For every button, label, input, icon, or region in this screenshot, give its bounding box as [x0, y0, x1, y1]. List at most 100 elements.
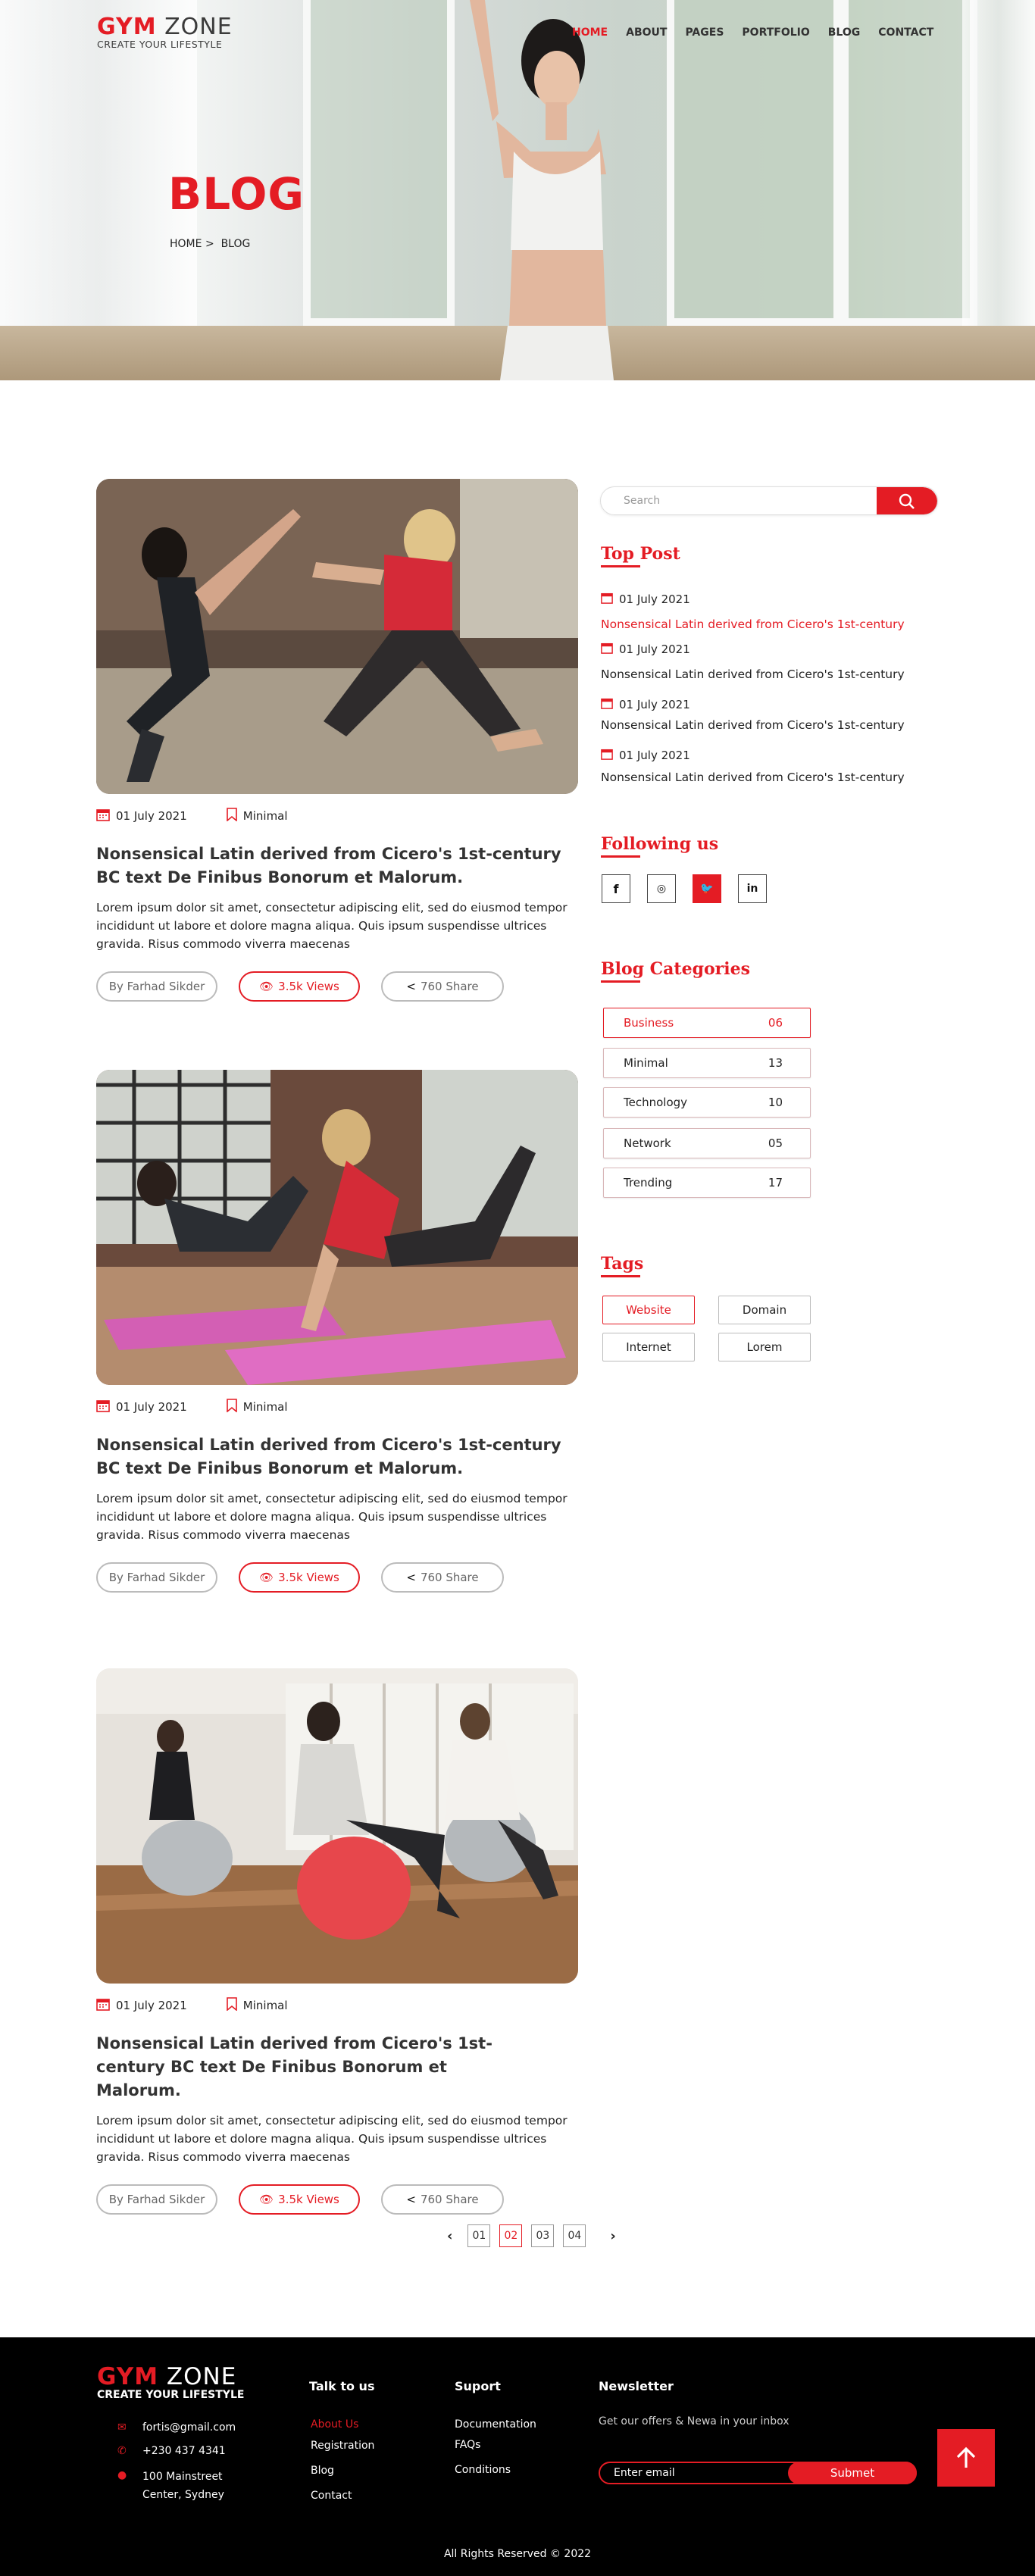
- post-meta: 01 July 2021 Minimal: [96, 1399, 578, 1415]
- post-title[interactable]: Nonsensical Latin derived from Cicero's …: [96, 843, 578, 889]
- author-pill[interactable]: By Farhad Sikder: [96, 1562, 217, 1593]
- post-category[interactable]: Minimal: [243, 1999, 288, 2012]
- tags-heading: Tags: [601, 1254, 643, 1277]
- nav-about[interactable]: ABOUT: [626, 27, 667, 39]
- post-actions: By Farhad Sikder 👁 3.5k Views <760 Share: [96, 2184, 578, 2215]
- top-post-heading: Top Post: [601, 544, 680, 567]
- tag-internet[interactable]: Internet: [602, 1333, 695, 1361]
- post-title[interactable]: Nonsensical Latin derived from Cicero's …: [96, 1433, 578, 1480]
- footer-phone[interactable]: +230 437 4341: [142, 2445, 226, 2457]
- footer-link-documentation[interactable]: Documentation: [455, 2418, 536, 2431]
- author-pill[interactable]: By Farhad Sikder: [96, 971, 217, 1002]
- calendar-icon: [601, 748, 613, 763]
- post-meta: 01 July 2021 Minimal: [96, 808, 578, 824]
- facebook-icon[interactable]: f: [602, 874, 630, 903]
- category-name: Minimal: [624, 1056, 668, 1070]
- nav-pages[interactable]: PAGES: [685, 27, 724, 39]
- mail-icon: ✉: [117, 2421, 127, 2434]
- post-title[interactable]: Nonsensical Latin derived from Cicero's …: [96, 2032, 505, 2102]
- footer-link-faqs[interactable]: FAQs: [455, 2439, 480, 2451]
- next-page-button[interactable]: ›: [610, 2228, 615, 2244]
- category-technology[interactable]: Technology 10: [603, 1087, 811, 1118]
- tag-website[interactable]: Website: [602, 1296, 695, 1324]
- nav-home[interactable]: HOME: [572, 27, 608, 39]
- support-heading: Suport: [455, 2379, 501, 2393]
- instagram-icon[interactable]: ◎: [647, 874, 676, 903]
- footer-link-contact[interactable]: Contact: [311, 2490, 352, 2502]
- search-button[interactable]: [877, 487, 937, 514]
- newsletter-email-input[interactable]: Enter email: [614, 2467, 675, 2479]
- bookmark-icon: [226, 1399, 237, 1415]
- author-name: By Farhad Sikder: [108, 980, 205, 993]
- breadcrumb-home[interactable]: HOME: [170, 238, 202, 250]
- page-04[interactable]: 04: [563, 2224, 586, 2247]
- nav-portfolio[interactable]: PORTFOLIO: [742, 27, 809, 39]
- twitter-icon[interactable]: 🐦: [693, 874, 721, 903]
- post-category[interactable]: Minimal: [243, 1400, 288, 1414]
- top-post-date-text: 01 July 2021: [619, 592, 690, 606]
- share-button[interactable]: <760 Share: [381, 971, 504, 1002]
- views-count: 3.5k Views: [278, 2193, 339, 2206]
- post-date: 01 July 2021: [116, 809, 187, 823]
- top-post-link[interactable]: Nonsensical Latin derived from Cicero's …: [601, 617, 905, 631]
- curtain-right: [962, 0, 1035, 380]
- newsletter-submit-button[interactable]: Submet: [788, 2462, 917, 2484]
- footer-link-conditions[interactable]: Conditions: [455, 2464, 511, 2476]
- search-box: Search: [600, 486, 938, 515]
- top-post-link[interactable]: Nonsensical Latin derived from Cicero's …: [601, 667, 905, 681]
- post-category[interactable]: Minimal: [243, 809, 288, 823]
- page-02[interactable]: 02: [499, 2224, 523, 2247]
- post-image[interactable]: [96, 479, 578, 794]
- footer-logo[interactable]: GYM ZONE CREATE YOUR LIFESTYLE: [97, 2363, 244, 2401]
- top-post-link[interactable]: Nonsensical Latin derived from Cicero's …: [601, 718, 905, 732]
- share-count: 760 Share: [420, 1571, 479, 1584]
- top-post-link[interactable]: Nonsensical Latin derived from Cicero's …: [601, 771, 905, 784]
- category-trending[interactable]: Trending 17: [603, 1168, 811, 1198]
- curtain-left: [0, 0, 197, 380]
- tag-lorem[interactable]: Lorem: [718, 1333, 811, 1361]
- newsletter-form: Enter email Submet: [599, 2462, 917, 2484]
- share-button[interactable]: <760 Share: [381, 2184, 504, 2215]
- views-pill[interactable]: 👁 3.5k Views: [239, 1562, 360, 1593]
- category-network[interactable]: Network 05: [603, 1128, 811, 1158]
- phone-icon: ✆: [117, 2445, 127, 2457]
- page-01[interactable]: 01: [467, 2224, 491, 2247]
- author-name: By Farhad Sikder: [108, 2193, 205, 2206]
- page-03[interactable]: 03: [531, 2224, 555, 2247]
- page-title: BLOG: [168, 168, 305, 220]
- share-button[interactable]: <760 Share: [381, 1562, 504, 1593]
- site-logo[interactable]: GYM ZONE CREATE YOUR LIFESTYLE: [97, 14, 233, 50]
- category-minimal[interactable]: Minimal 13: [603, 1048, 811, 1078]
- eye-icon: 👁: [259, 2193, 274, 2206]
- footer-email[interactable]: fortis@gmail.com: [142, 2421, 236, 2434]
- post-image[interactable]: [96, 1668, 578, 1984]
- calendar-icon: [601, 642, 613, 657]
- main-nav: HOME ABOUT PAGES PORTFOLIO BLOG CONTACT: [572, 27, 952, 39]
- footer-address-line2: Center, Sydney: [142, 2489, 224, 2501]
- blog-post: 01 July 2021 Minimal Nonsensical Latin d…: [96, 1668, 578, 2215]
- nav-contact[interactable]: CONTACT: [878, 27, 933, 39]
- tag-domain[interactable]: Domain: [718, 1296, 811, 1324]
- prev-page-button[interactable]: ‹: [447, 2228, 452, 2244]
- search-input[interactable]: Search: [624, 495, 660, 507]
- window: [667, 0, 841, 326]
- category-count: 10: [768, 1096, 783, 1109]
- calendar-icon: [96, 1399, 110, 1415]
- top-post-date: 01 July 2021: [601, 642, 690, 657]
- post-image[interactable]: [96, 1070, 578, 1385]
- nav-blog[interactable]: BLOG: [828, 27, 861, 39]
- following-heading: Following us: [601, 834, 718, 858]
- footer-link-blog[interactable]: Blog: [311, 2465, 334, 2477]
- window: [841, 0, 977, 326]
- linkedin-icon[interactable]: in: [738, 874, 767, 903]
- footer-link-about[interactable]: About Us: [311, 2418, 358, 2431]
- views-pill[interactable]: 👁 3.5k Views: [239, 2184, 360, 2215]
- footer-logo-zone: ZONE: [166, 2363, 237, 2390]
- author-pill[interactable]: By Farhad Sikder: [96, 2184, 217, 2215]
- top-post-date: 01 July 2021: [601, 592, 690, 607]
- category-business[interactable]: Business 06: [603, 1008, 811, 1038]
- footer-link-registration[interactable]: Registration: [311, 2440, 374, 2452]
- views-pill[interactable]: 👁 3.5k Views: [239, 971, 360, 1002]
- category-count: 13: [768, 1056, 783, 1070]
- back-to-top-button[interactable]: [937, 2429, 995, 2487]
